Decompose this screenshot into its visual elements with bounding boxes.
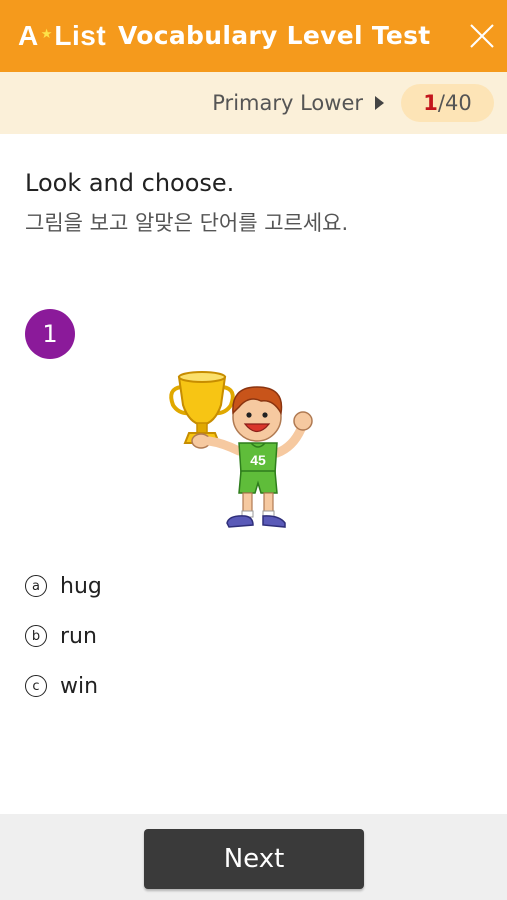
- header-bar: A ★ List Vocabulary Level Test: [0, 0, 507, 72]
- boy-holding-trophy-illustration: 45: [169, 371, 313, 528]
- close-icon: [470, 24, 494, 48]
- logo-letter-a: A: [18, 20, 39, 51]
- jersey-number: 45: [250, 452, 266, 468]
- logo-word-list: List: [54, 20, 107, 51]
- option-text-a: hug: [60, 573, 102, 599]
- option-text-b: run: [60, 623, 97, 649]
- answer-options: a hug b run c win: [25, 568, 102, 718]
- option-marker-a: a: [25, 575, 47, 597]
- instruction-korean: 그림을 보고 알맞은 단어를 고르세요.: [25, 211, 349, 235]
- app-title: Vocabulary Level Test: [118, 21, 431, 50]
- next-button[interactable]: Next: [144, 829, 364, 889]
- option-a[interactable]: a hug: [25, 568, 102, 604]
- option-marker-b: b: [25, 625, 47, 647]
- option-c[interactable]: c win: [25, 668, 102, 704]
- close-button[interactable]: [466, 20, 498, 52]
- option-b[interactable]: b run: [25, 618, 102, 654]
- logo-star-icon: ★: [40, 26, 53, 42]
- instruction-english: Look and choose.: [25, 169, 235, 197]
- progress-counter: 1/40: [401, 84, 494, 122]
- question-number-badge: 1: [25, 309, 75, 359]
- question-illustration: 45: [165, 365, 320, 540]
- progress-total: /40: [437, 91, 472, 115]
- a-list-logo: A ★ List: [18, 18, 106, 54]
- caret-right-icon: [375, 96, 384, 110]
- level-label: Primary Lower: [212, 91, 363, 115]
- option-marker-c: c: [25, 675, 47, 697]
- progress-current: 1: [423, 91, 438, 115]
- option-text-c: win: [60, 673, 99, 699]
